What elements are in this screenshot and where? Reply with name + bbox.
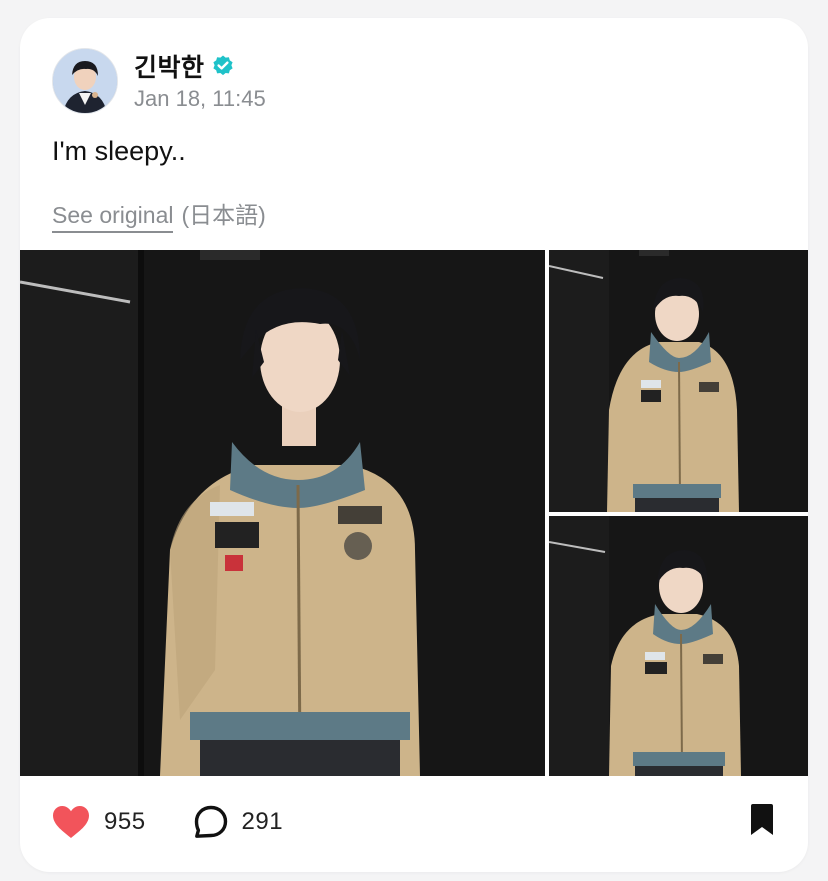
author-name[interactable]: 긴박한 (134, 48, 205, 84)
original-language: (日本語) (181, 202, 266, 228)
photo-bottom-right[interactable] (549, 516, 808, 776)
like-button[interactable]: 955 (52, 805, 146, 839)
post-actions: 955 291 (52, 800, 776, 844)
verified-badge-icon (212, 55, 233, 76)
bookmark-button[interactable] (748, 803, 776, 842)
photo-main[interactable] (20, 250, 545, 776)
author-meta: 긴박한 Jan 18, 11:45 (134, 50, 266, 112)
comment-button[interactable]: 291 (194, 805, 284, 839)
comment-count: 291 (241, 808, 284, 835)
photo-top-right-image (549, 250, 808, 512)
heart-icon (53, 806, 89, 838)
post-card: 긴박한 Jan 18, 11:45 I'm sleepy.. See origi… (20, 18, 808, 872)
bookmark-icon (751, 803, 773, 835)
like-count: 955 (104, 808, 146, 835)
photo-main-image (20, 250, 545, 776)
see-original-link[interactable]: See original (52, 202, 174, 233)
post-header: 긴박한 Jan 18, 11:45 (52, 48, 266, 114)
translation-row: See original (日本語) (52, 196, 266, 233)
photo-grid (20, 250, 808, 776)
author-name-row: 긴박한 (134, 50, 266, 82)
post-timestamp: Jan 18, 11:45 (134, 86, 266, 111)
photo-bottom-right-image (549, 516, 808, 776)
post-text: I'm sleepy.. (52, 136, 186, 166)
comment-bubble-icon (194, 805, 227, 838)
avatar-image (53, 49, 117, 113)
photo-top-right[interactable] (549, 250, 808, 512)
author-avatar[interactable] (52, 48, 118, 114)
